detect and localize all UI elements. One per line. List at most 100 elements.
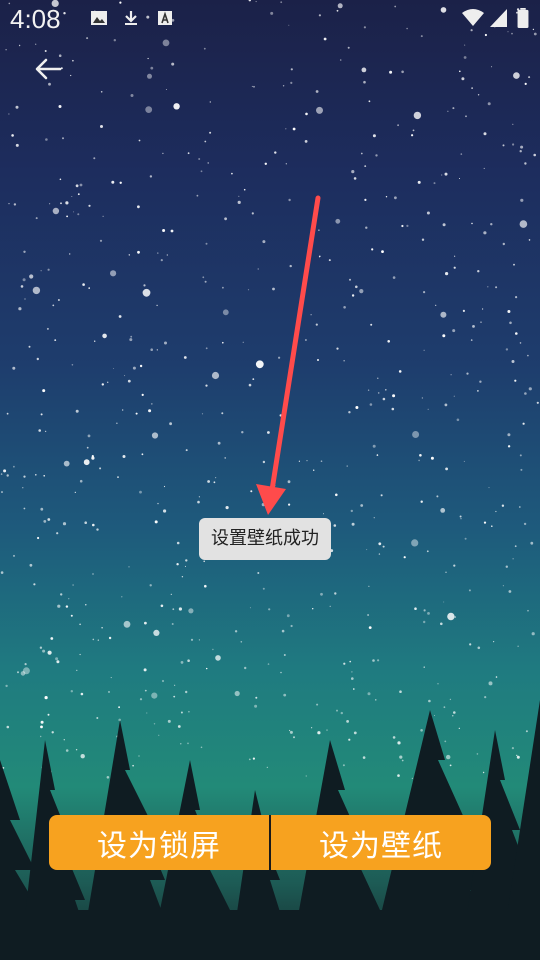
star bbox=[209, 101, 211, 103]
star bbox=[178, 607, 182, 611]
star bbox=[52, 304, 55, 307]
star bbox=[65, 605, 69, 608]
star bbox=[251, 85, 253, 87]
star bbox=[145, 106, 153, 113]
star bbox=[161, 679, 165, 683]
star bbox=[346, 465, 348, 467]
star bbox=[76, 669, 78, 672]
star bbox=[464, 537, 467, 540]
star bbox=[483, 231, 487, 235]
star bbox=[5, 684, 8, 688]
star bbox=[213, 481, 216, 484]
star bbox=[398, 370, 402, 373]
star bbox=[150, 66, 154, 70]
star bbox=[528, 387, 532, 391]
star bbox=[169, 422, 173, 426]
star bbox=[12, 366, 16, 370]
star bbox=[6, 474, 9, 477]
star bbox=[435, 304, 437, 306]
star bbox=[205, 347, 208, 350]
star bbox=[54, 339, 57, 341]
star bbox=[138, 139, 141, 142]
star bbox=[509, 321, 512, 325]
star bbox=[49, 203, 51, 205]
star bbox=[215, 655, 221, 661]
star bbox=[450, 374, 452, 376]
star bbox=[453, 564, 456, 567]
wallpaper-preview-screen: 4:08 设置壁纸成功 设为锁屏 设为壁纸 bbox=[0, 0, 540, 960]
star bbox=[359, 289, 364, 294]
star bbox=[401, 224, 404, 228]
star bbox=[343, 662, 346, 665]
star bbox=[306, 460, 308, 462]
star bbox=[113, 39, 117, 42]
star bbox=[527, 609, 529, 612]
set-wallpaper-button[interactable]: 设为壁纸 bbox=[271, 815, 491, 870]
star bbox=[101, 383, 105, 386]
star bbox=[70, 690, 74, 693]
star bbox=[85, 604, 87, 606]
star bbox=[58, 105, 62, 108]
star bbox=[143, 284, 146, 287]
set-lockscreen-button[interactable]: 设为锁屏 bbox=[49, 815, 269, 870]
star bbox=[377, 659, 380, 662]
star bbox=[305, 112, 308, 116]
star bbox=[62, 522, 67, 526]
star bbox=[241, 431, 244, 434]
star bbox=[437, 683, 439, 685]
star bbox=[310, 314, 312, 316]
star bbox=[86, 37, 89, 40]
star bbox=[122, 455, 126, 458]
star bbox=[99, 467, 102, 470]
star bbox=[110, 677, 112, 679]
star bbox=[493, 641, 495, 643]
star bbox=[174, 684, 176, 686]
star bbox=[440, 508, 446, 513]
star bbox=[531, 632, 535, 636]
star bbox=[91, 455, 94, 458]
star bbox=[144, 689, 147, 692]
star bbox=[111, 180, 115, 184]
star bbox=[234, 690, 240, 697]
star bbox=[423, 666, 425, 668]
star bbox=[378, 553, 381, 555]
star bbox=[394, 196, 397, 200]
star bbox=[459, 178, 460, 179]
star bbox=[24, 298, 26, 300]
star bbox=[73, 211, 75, 213]
star bbox=[99, 239, 103, 242]
star bbox=[445, 272, 449, 276]
star bbox=[20, 285, 24, 288]
star bbox=[80, 692, 84, 696]
star bbox=[190, 638, 194, 641]
star bbox=[171, 62, 175, 66]
star bbox=[333, 524, 337, 527]
star bbox=[441, 174, 443, 176]
star bbox=[240, 641, 243, 643]
star bbox=[55, 657, 59, 661]
star bbox=[453, 395, 455, 397]
star bbox=[442, 334, 446, 338]
star bbox=[108, 636, 112, 640]
star bbox=[5, 49, 7, 51]
a-badge-icon bbox=[158, 11, 172, 25]
star bbox=[367, 389, 370, 391]
star bbox=[44, 430, 47, 433]
back-arrow-icon[interactable] bbox=[30, 54, 66, 84]
star bbox=[440, 622, 443, 626]
star bbox=[495, 676, 498, 678]
star bbox=[403, 556, 406, 559]
star bbox=[351, 170, 355, 174]
star bbox=[124, 375, 126, 377]
star bbox=[172, 608, 175, 611]
star bbox=[421, 238, 425, 241]
star bbox=[348, 411, 351, 414]
star bbox=[313, 469, 315, 471]
star bbox=[463, 460, 465, 462]
star bbox=[520, 468, 523, 471]
star bbox=[315, 323, 318, 326]
star bbox=[117, 476, 119, 478]
star bbox=[392, 276, 396, 279]
star bbox=[304, 339, 307, 341]
star bbox=[312, 608, 314, 610]
